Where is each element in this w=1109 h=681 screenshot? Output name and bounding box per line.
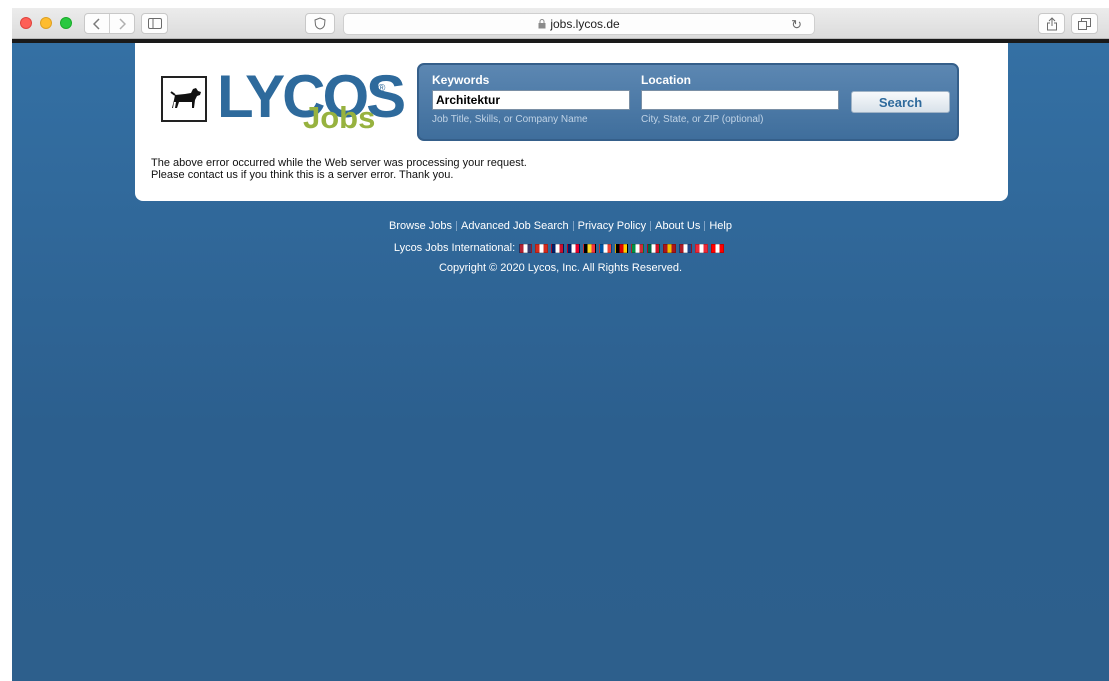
share-button[interactable] — [1038, 13, 1065, 34]
about-us-link[interactable]: About Us — [653, 220, 702, 232]
italy-flag-icon[interactable] — [631, 243, 645, 253]
switzerland-flag-icon[interactable] — [711, 243, 725, 253]
sidebar-icon — [147, 18, 162, 29]
footer-links: Browse Jobs Advanced Job Search Privacy Po… — [12, 220, 1109, 232]
chevron-right-icon — [119, 17, 126, 30]
page-background: LYCOS ® Jobs Keywords Job Title, Skills,… — [12, 43, 1109, 681]
france-flag-icon[interactable] — [599, 243, 613, 253]
search-button[interactable]: Search — [851, 91, 950, 113]
location-hint: City, State, or ZIP (optional) — [641, 114, 764, 125]
location-input[interactable] — [641, 90, 839, 110]
copyright-text: Copyright © 2020 Lycos, Inc. All Rights … — [438, 262, 683, 274]
forward-button[interactable] — [110, 14, 135, 33]
belgium-flag-icon[interactable] — [583, 243, 597, 253]
privacy-report-button[interactable] — [305, 13, 335, 34]
browser-window: jobs.lycos.de ↻ LYCOS ® Jobs Keywords Ar… — [12, 8, 1109, 681]
history-nav — [84, 13, 135, 34]
error-line-2: Please contact us if you think this is a… — [151, 169, 454, 181]
search-panel: Keywords Job Title, Skills, or Company N… — [417, 63, 959, 141]
flag-list — [519, 243, 727, 253]
jobs-logo-text[interactable]: Jobs — [303, 102, 375, 134]
dog-icon — [170, 88, 201, 108]
netherlands-flag-icon[interactable] — [679, 243, 693, 253]
location-label: Location — [641, 73, 691, 87]
link-separator — [456, 221, 457, 232]
header-card: LYCOS ® Jobs Keywords Job Title, Skills,… — [135, 43, 1008, 201]
link-separator — [704, 221, 706, 232]
australia-flag-icon[interactable] — [567, 243, 581, 253]
chevron-left-icon — [92, 17, 100, 30]
address-bar[interactable]: jobs.lycos.de ↻ — [343, 13, 815, 35]
privacy-policy-link[interactable]: Privacy Policy — [576, 220, 648, 232]
browse-jobs-link[interactable]: Browse Jobs — [387, 220, 454, 232]
share-icon — [1046, 16, 1057, 30]
minimize-window-button[interactable] — [40, 17, 52, 29]
sidebar-toggle-button[interactable] — [141, 13, 168, 34]
tab-overview-button[interactable] — [1071, 13, 1098, 34]
austria-flag-icon[interactable] — [695, 243, 709, 253]
us-flag-icon[interactable] — [519, 243, 533, 253]
browser-toolbar: jobs.lycos.de ↻ — [12, 8, 1109, 39]
germany-flag-icon[interactable] — [615, 243, 629, 253]
link-separator — [650, 221, 652, 232]
mexico-flag-icon[interactable] — [647, 243, 661, 253]
tabs-icon — [1078, 17, 1091, 30]
keywords-label: Keywords — [432, 73, 490, 87]
reload-icon[interactable]: ↻ — [791, 17, 802, 33]
spain-flag-icon[interactable] — [663, 243, 677, 253]
shield-icon — [314, 17, 326, 30]
error-line-1: The above error occurred while the Web s… — [151, 157, 527, 169]
keywords-hint: Job Title, Skills, or Company Name — [432, 114, 588, 125]
canada-flag-icon[interactable] — [535, 243, 549, 253]
uk-flag-icon[interactable] — [551, 243, 565, 253]
lycos-dog-logo[interactable] — [161, 76, 207, 122]
error-message: The above error occurred while the Web s… — [151, 157, 527, 181]
zoom-window-button[interactable] — [60, 17, 72, 29]
link-separator — [572, 221, 574, 232]
international-label: Lycos Jobs International: — [393, 242, 516, 254]
url-text: jobs.lycos.de — [550, 17, 620, 31]
keywords-input[interactable] — [432, 90, 630, 110]
international-sites: Lycos Jobs International: — [12, 242, 1109, 254]
advanced-job-search-link[interactable]: Advanced Job Search — [459, 220, 571, 232]
lock-icon — [538, 19, 546, 29]
help-link[interactable]: Help — [707, 220, 734, 232]
back-button[interactable] — [85, 14, 110, 33]
close-window-button[interactable] — [20, 17, 32, 29]
registered-mark: ® — [378, 83, 386, 94]
